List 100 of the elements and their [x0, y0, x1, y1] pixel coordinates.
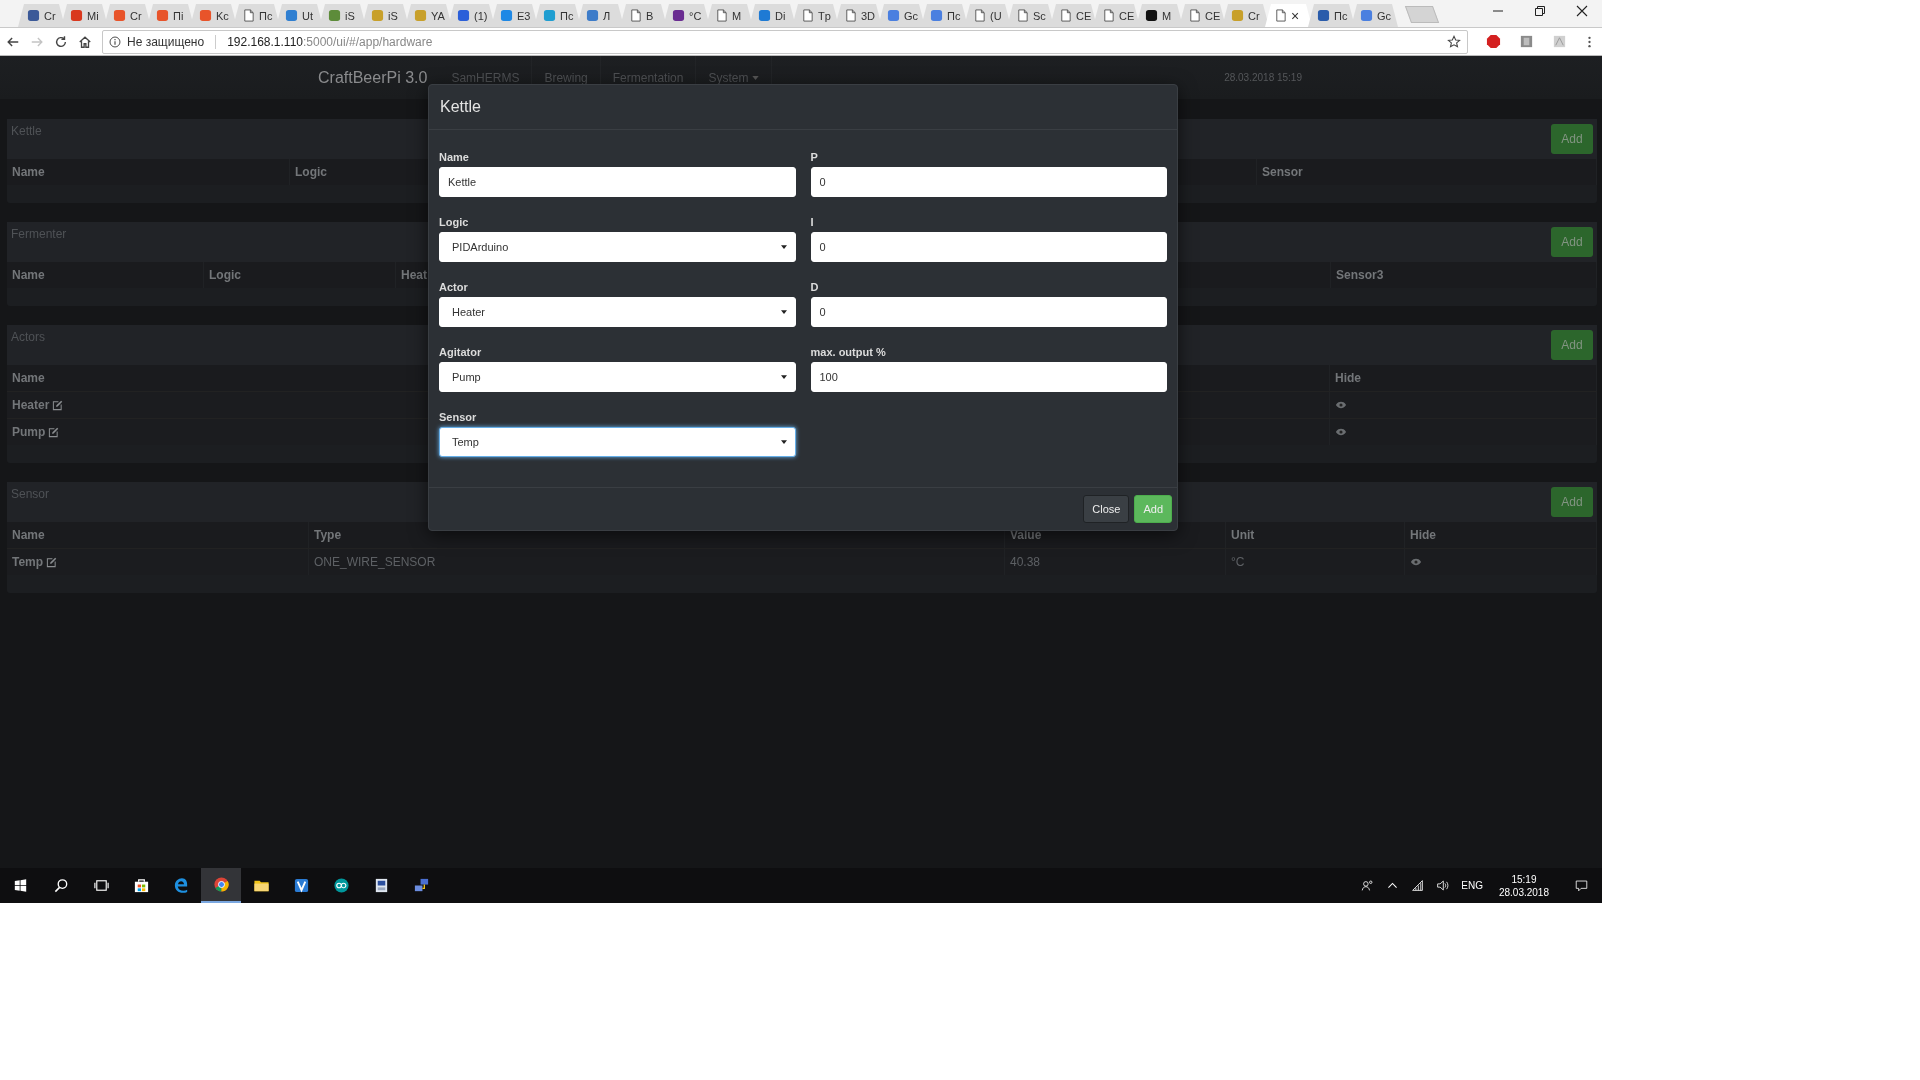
eye-icon[interactable]: [1335, 401, 1347, 409]
address-bar[interactable]: Не защищено 192.168.1.110:5000/ui/#/app/hardware: [102, 29, 1468, 54]
browser-tab[interactable]: Cr: [1222, 4, 1269, 27]
caret-icon: [780, 375, 787, 379]
page-icon: [801, 9, 814, 22]
language-indicator[interactable]: ENG: [1461, 880, 1483, 891]
browser-tab[interactable]: YA: [405, 4, 452, 27]
browser-tab[interactable]: °C: [663, 4, 710, 27]
browser-tab[interactable]: iS: [319, 4, 366, 27]
input-field[interactable]: Kettle: [439, 167, 796, 197]
column-header: Sensor: [1257, 159, 1597, 185]
restore-icon[interactable]: [1534, 4, 1546, 17]
browser-tab[interactable]: 3D: [835, 4, 882, 27]
caret-icon: [780, 245, 787, 249]
browser-tab[interactable]: CE: [1093, 4, 1140, 27]
network-icon[interactable]: [1411, 879, 1425, 892]
volume-icon[interactable]: [1436, 879, 1450, 892]
browser-tab[interactable]: Пс: [1308, 4, 1355, 27]
browser-tab[interactable]: (U: [964, 4, 1011, 27]
clock[interactable]: 15:19 28.03.2018: [1498, 872, 1549, 899]
eye-icon[interactable]: [1410, 558, 1422, 566]
eye-icon[interactable]: [1335, 428, 1347, 436]
table-cell: ONE_WIRE_SENSOR: [314, 555, 436, 569]
browser-tab[interactable]: Пі: [147, 4, 194, 27]
people-icon[interactable]: [1361, 879, 1375, 892]
browser-tab[interactable]: Gc: [1351, 4, 1398, 27]
browser-tab[interactable]: Kc: [190, 4, 237, 27]
field-label: max. output %: [810, 346, 887, 359]
table-cell: Heater: [12, 398, 50, 412]
browser-tab[interactable]: Cr: [104, 4, 151, 27]
input-field[interactable]: 0: [810, 297, 1167, 327]
tab-close-button[interactable]: ×: [1291, 8, 1300, 23]
field-label: I: [810, 216, 815, 229]
browser-tab[interactable]: iS: [362, 4, 409, 27]
browser-tab[interactable]: CE: [1179, 4, 1226, 27]
browser-tab[interactable]: Ut: [276, 4, 323, 27]
edit-icon[interactable]: [46, 556, 58, 568]
table-cell: Pump: [12, 425, 46, 439]
close-icon[interactable]: [1576, 4, 1588, 17]
field-label: Logic: [439, 216, 470, 229]
field-label: Agitator: [439, 346, 483, 359]
page-icon: [973, 9, 986, 22]
stop-sign-icon[interactable]: [1486, 34, 1501, 49]
browser-tab[interactable]: Пс: [534, 4, 581, 27]
browser-tab[interactable]: M: [706, 4, 753, 27]
browser-tab[interactable]: Tp: [792, 4, 839, 27]
page-icon: [1274, 9, 1287, 22]
modal-title: Kettle: [440, 98, 481, 116]
page-icon: [1016, 9, 1029, 22]
browser-tab[interactable]: Пс: [921, 4, 968, 27]
info-icon[interactable]: [109, 35, 121, 48]
browser-tab[interactable]: E3: [491, 4, 538, 27]
home-icon[interactable]: [78, 34, 92, 49]
browser-tab[interactable]: CE: [1050, 4, 1097, 27]
browser-tab[interactable]: M: [1136, 4, 1183, 27]
browser-tab[interactable]: Sc: [1007, 4, 1054, 27]
browser-tab[interactable]: Л: [577, 4, 624, 27]
notification-icon[interactable]: [1575, 879, 1588, 892]
reload-icon[interactable]: [54, 34, 68, 49]
page-icon: [242, 9, 255, 22]
select-field[interactable]: Pump: [439, 362, 796, 392]
browser-tab[interactable]: Mi: [61, 4, 108, 27]
page-icon: [1102, 9, 1115, 22]
column-header: Name: [7, 159, 290, 185]
security-label[interactable]: Не защищено: [127, 34, 205, 49]
input-field[interactable]: 100: [810, 362, 1167, 392]
menu-icon[interactable]: [1587, 34, 1592, 49]
page-icon: [715, 9, 728, 22]
column-header: Logic: [204, 262, 396, 288]
clock-time: 15:19: [1511, 872, 1537, 886]
select-field[interactable]: Heater: [439, 297, 796, 327]
browser-tab[interactable]: (1): [448, 4, 495, 27]
select-field[interactable]: PIDArduino: [439, 232, 796, 262]
browser-tab[interactable]: Cr: [18, 4, 65, 27]
edit-icon[interactable]: [52, 399, 64, 411]
input-field[interactable]: 0: [810, 232, 1167, 262]
input-field[interactable]: 0: [810, 167, 1167, 197]
chrome-app-icon[interactable]: [201, 868, 241, 903]
browser-tab[interactable]: Gc: [878, 4, 925, 27]
browser-tab[interactable]: B: [620, 4, 667, 27]
windows-start-icon[interactable]: [14, 879, 27, 892]
close-button[interactable]: Close: [1083, 495, 1130, 523]
extension-icon[interactable]: [1519, 34, 1534, 49]
page-icon: [1188, 9, 1201, 22]
field-label: Sensor: [439, 411, 478, 424]
star-icon[interactable]: [1447, 34, 1461, 49]
edit-icon[interactable]: [48, 426, 60, 438]
caret-icon: [780, 310, 787, 314]
clock-date: 28.03.2018: [1498, 885, 1549, 899]
table-cell: Temp: [12, 555, 44, 569]
caret-icon: [780, 440, 787, 444]
table-cell: 40.38: [1010, 555, 1041, 569]
column-header: Name: [7, 262, 204, 288]
select-field[interactable]: Temp: [439, 427, 796, 457]
browser-tab[interactable]: Di: [749, 4, 796, 27]
page-icon: [629, 9, 642, 22]
browser-tab[interactable]: Пс: [233, 4, 280, 27]
brand-link[interactable]: CraftBeerPi 3.0: [318, 68, 428, 87]
browser-tab[interactable]: ×: [1265, 4, 1312, 27]
url-field[interactable]: 192.168.1.110:5000/ui/#/app/hardware: [227, 34, 1441, 49]
